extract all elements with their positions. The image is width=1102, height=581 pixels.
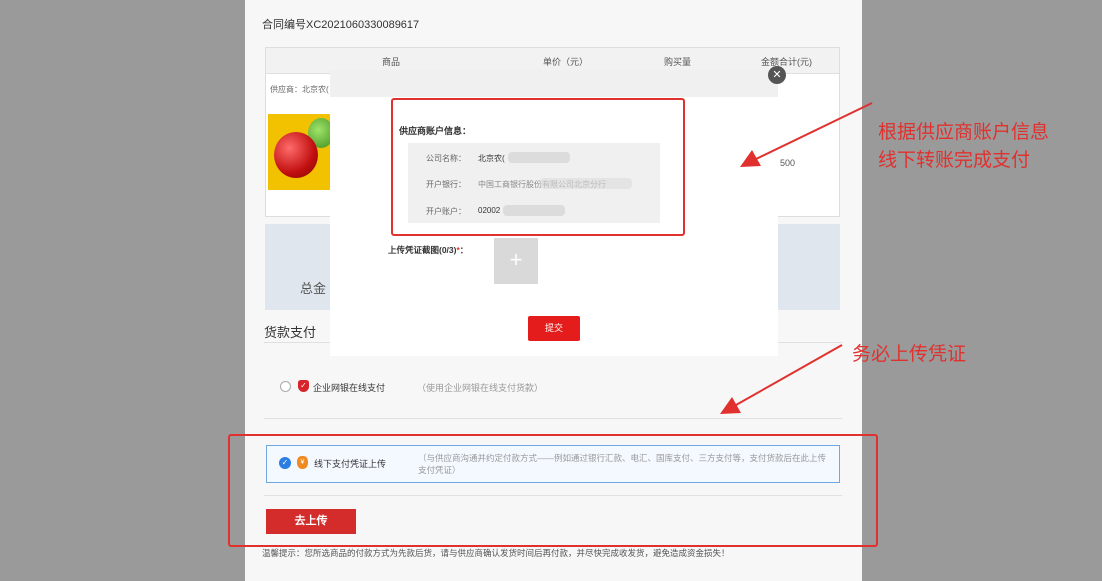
arrow-line (735, 344, 843, 406)
arrowhead (720, 397, 741, 414)
annotation-arrows (720, 102, 873, 414)
arrow-line (755, 102, 873, 160)
